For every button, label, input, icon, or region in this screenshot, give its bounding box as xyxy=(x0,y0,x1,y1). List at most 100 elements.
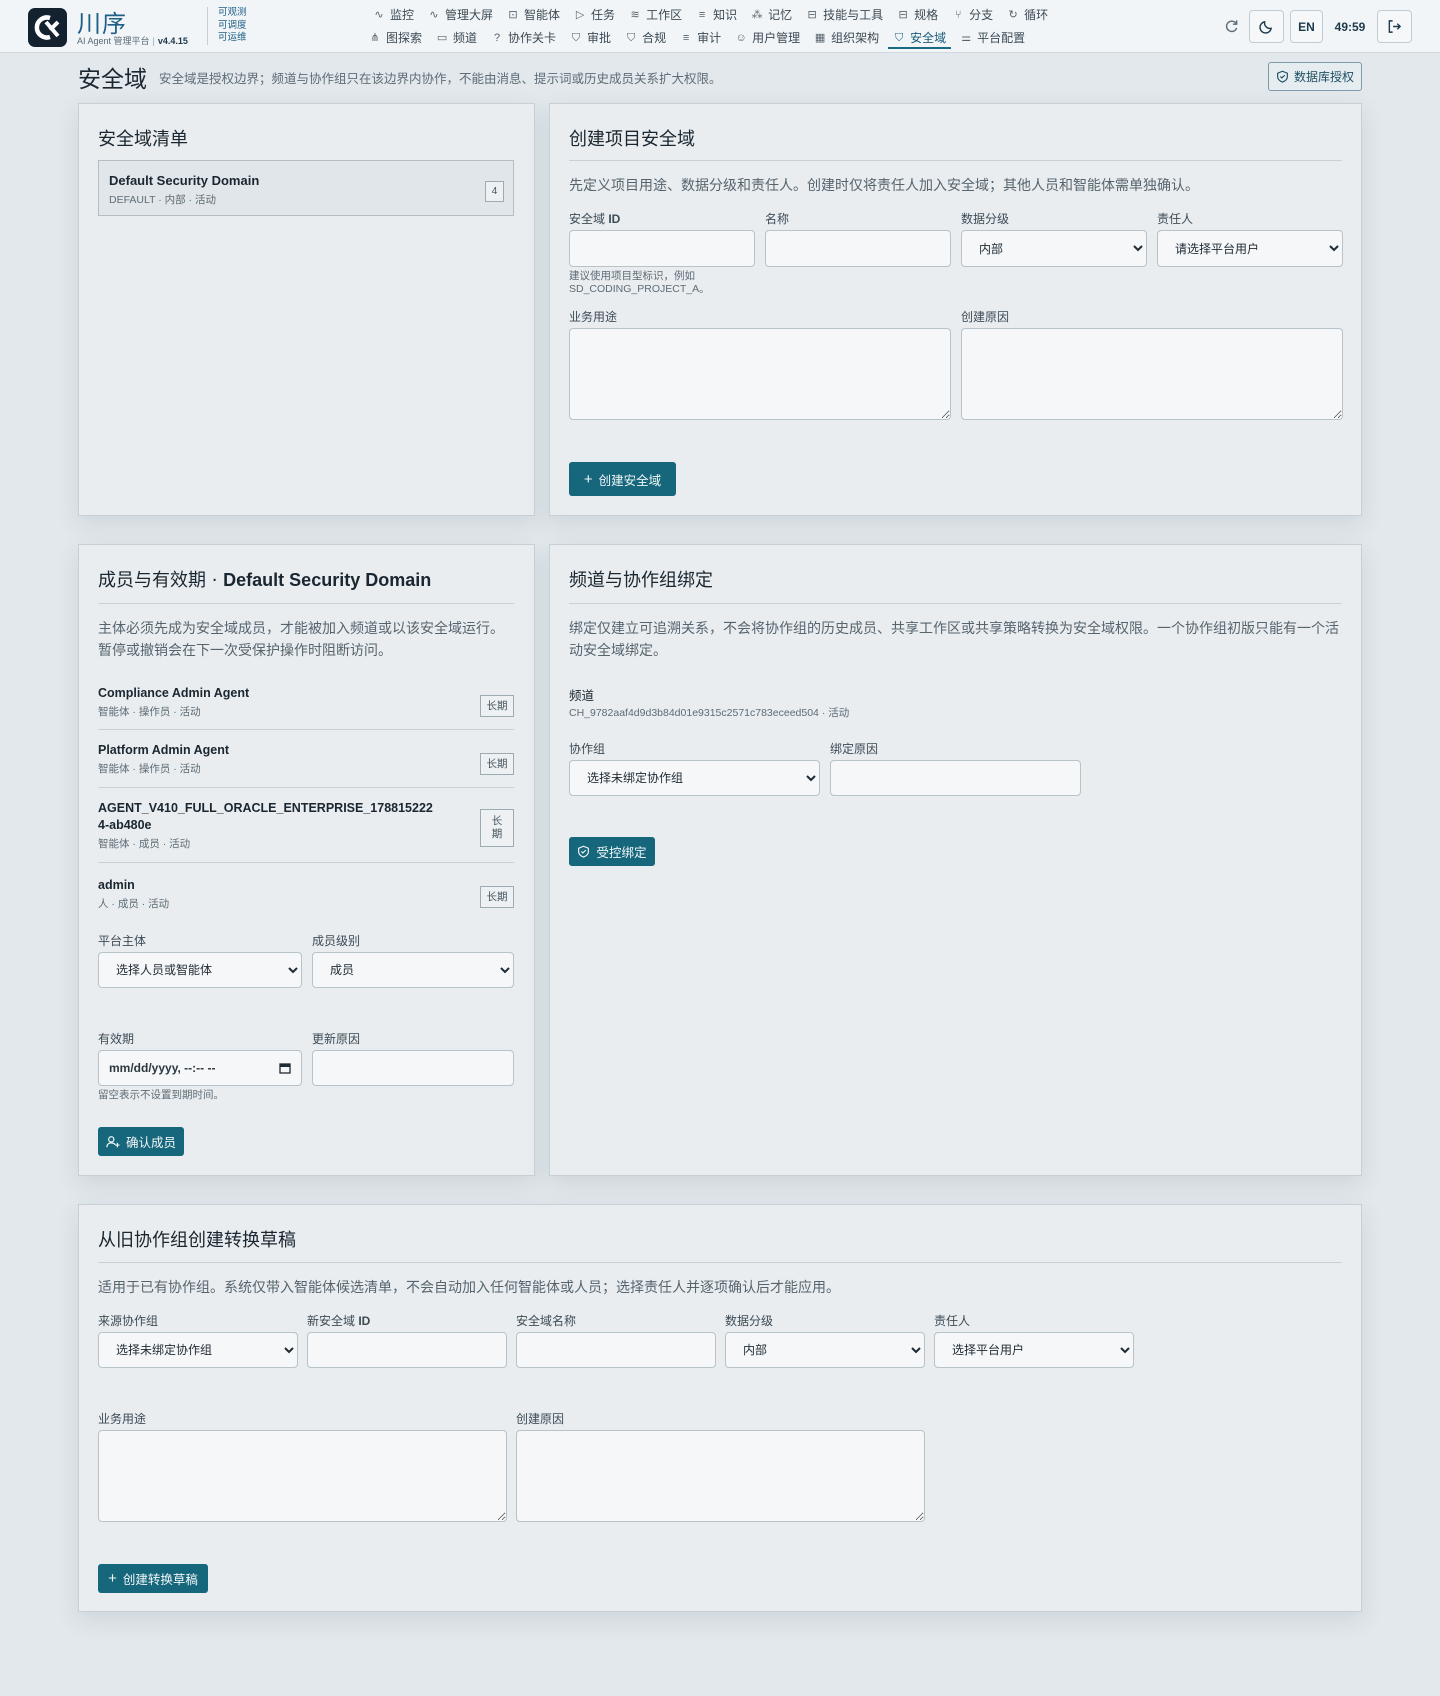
nav-item[interactable]: ⊟ 规格 xyxy=(892,5,943,24)
update-reason-input[interactable] xyxy=(312,1050,514,1086)
owner-select[interactable]: 请选择平台用户 xyxy=(1157,230,1343,267)
nav-item-label: 合规 xyxy=(642,31,667,45)
binding-description: 绑定仅建立可追溯关系，不会将协作组的历史成员、共享工作区或共享策略转换为安全域权… xyxy=(569,620,1339,658)
nav-item[interactable]: ⊟ 技能与工具 xyxy=(801,5,888,24)
create-domain-title: 创建项目安全域 xyxy=(569,129,695,150)
new-domain-id-label-bold: ID xyxy=(358,1314,371,1328)
nav-item[interactable]: ☺ 用户管理 xyxy=(730,28,805,47)
create-conversion-draft-label: 创建转换草稿 xyxy=(122,1573,198,1587)
nav-item[interactable]: ⑂ 分支 xyxy=(947,5,998,24)
language-button[interactable]: EN xyxy=(1290,10,1323,43)
principal-select[interactable]: 选择人员或智能体 xyxy=(98,952,302,988)
domain-id-hint: 建议使用项目型标识，例如 SD_CODING_PROJECT_A。 xyxy=(569,270,755,296)
brand-tag: 可观测 xyxy=(218,7,247,18)
member-row[interactable]: AGENT_V410_FULL_ORACLE_ENTERPRISE_178815… xyxy=(98,800,514,863)
conversion-name-input[interactable] xyxy=(516,1332,716,1368)
nav-item[interactable]: ∿ 管理大屏 xyxy=(423,5,498,24)
conversion-reason-textarea[interactable] xyxy=(516,1430,925,1522)
members-panel: 成员与有效期 · Default Security Domain 主体必须先成为… xyxy=(78,544,535,1176)
shield-check-icon: ⛉ xyxy=(571,31,581,44)
nav-item-label: 知识 xyxy=(713,8,738,22)
logo-mark-icon xyxy=(34,15,60,40)
conversion-reason-label: 创建原因 xyxy=(516,1412,565,1426)
create-conversion-draft-button[interactable]: + 创建转换草稿 xyxy=(98,1564,208,1593)
branch-icon: ⑂ xyxy=(954,8,962,21)
nav-item-label: 规格 xyxy=(914,8,939,22)
brand-tag: 可运维 xyxy=(218,32,247,43)
nav-item[interactable]: ⛉ 合规 xyxy=(620,28,671,47)
user-plus-icon xyxy=(106,1135,120,1147)
binding-panel: 频道与协作组绑定 绑定仅建立可追溯关系，不会将协作组的历史成员、共享工作区或共享… xyxy=(549,544,1362,1176)
nav-item[interactable]: ▭ 频道 xyxy=(431,28,482,47)
members-description: 主体必须先成为安全域成员，才能被加入频道或以该安全域运行。暂停或撤销会在下一次受… xyxy=(98,620,504,658)
confirm-member-button[interactable]: 确认成员 xyxy=(98,1127,184,1156)
principal-label: 平台主体 xyxy=(98,934,147,948)
conversion-classification-select[interactable]: 内部 xyxy=(725,1332,925,1368)
conversion-owner-select[interactable]: 选择平台用户 xyxy=(934,1332,1134,1368)
create-domain-panel: 创建项目安全域 先定义项目用途、数据分级和责任人。创建时仅将责任人加入安全域；其… xyxy=(549,103,1362,516)
nav-item[interactable]: ? 协作关卡 xyxy=(486,28,561,47)
new-domain-id-input[interactable] xyxy=(307,1332,507,1368)
domain-id-label-bold: ID xyxy=(608,212,621,226)
conversion-purpose-textarea[interactable] xyxy=(98,1430,507,1522)
theme-toggle-button[interactable] xyxy=(1249,10,1284,43)
nav-item[interactable]: ⁂ 记忆 xyxy=(746,5,797,24)
nav-item[interactable]: ▦ 组织架构 xyxy=(809,28,884,47)
members-title: 成员与有效期 · Default Security Domain xyxy=(98,566,431,592)
calendar-icon[interactable] xyxy=(279,1062,291,1074)
member-meta: 智能体 · 操作员 · 活动 xyxy=(98,706,201,718)
group-select[interactable]: 选择未绑定协作组 xyxy=(569,760,820,796)
create-domain-button[interactable]: + 创建安全域 xyxy=(569,462,676,496)
classification-select[interactable]: 内部 xyxy=(961,230,1147,267)
member-row[interactable]: Compliance Admin Agent 智能体 · 操作员 · 活动 长期 xyxy=(98,685,514,730)
nav-item-label: 频道 xyxy=(453,31,478,45)
database-icon: ≡ xyxy=(682,31,690,44)
nav-item-label: 分支 xyxy=(969,8,994,22)
domain-list-item[interactable]: Default Security Domain DEFAULT · 内部 · 活… xyxy=(98,160,514,216)
nav-item[interactable]: ⛉ 审批 xyxy=(565,28,616,47)
brand-product: AI Agent 管理平台 xyxy=(77,36,150,46)
controlled-bind-button[interactable]: 受控绑定 xyxy=(569,837,655,866)
nav-item[interactable]: ⚌ 平台配置 xyxy=(955,28,1030,47)
member-term-badge: 长期 xyxy=(480,695,514,717)
app-logo[interactable] xyxy=(28,8,67,47)
moon-icon xyxy=(1259,20,1273,34)
nav-item[interactable]: ≋ 工作区 xyxy=(624,5,687,24)
domain-name: Default Security Domain xyxy=(109,173,260,188)
nav-item-label: 智能体 xyxy=(524,8,561,22)
domain-id-input[interactable] xyxy=(569,230,755,267)
domain-name-input[interactable] xyxy=(765,230,951,267)
logout-button[interactable] xyxy=(1377,10,1412,43)
bot-icon: ⊡ xyxy=(508,8,518,21)
nav-item[interactable]: ⋔ 图探索 xyxy=(364,28,427,47)
member-row[interactable]: Platform Admin Agent 智能体 · 操作员 · 活动 长期 xyxy=(98,742,514,788)
brand-divider xyxy=(207,7,208,45)
nav-item[interactable]: ▷ 任务 xyxy=(569,5,620,24)
nav-item[interactable]: ≡ 知识 xyxy=(691,5,742,24)
binding-reason-input[interactable] xyxy=(830,760,1081,796)
nav-item[interactable]: ∿ 监控 xyxy=(368,5,419,24)
domain-member-count-badge: 4 xyxy=(485,181,504,202)
nav-item[interactable]: ↻ 循环 xyxy=(1002,5,1053,24)
database-authorization-button[interactable]: 数据库授权 xyxy=(1268,62,1362,91)
nav-item[interactable]: ≡ 审计 xyxy=(675,28,726,47)
page-title: 安全域 xyxy=(78,67,147,93)
member-level-select[interactable]: 成员 xyxy=(312,952,514,988)
member-row[interactable]: admin 人 · 成员 · 活动 长期 xyxy=(98,877,514,915)
users-icon: ☺ xyxy=(735,31,747,44)
nav-item[interactable]: ⊡ 智能体 xyxy=(502,5,565,24)
source-group-select[interactable]: 选择未绑定协作组 xyxy=(98,1332,298,1368)
create-domain-button-label: 创建安全域 xyxy=(598,473,662,488)
purpose-textarea[interactable] xyxy=(569,328,951,420)
expiry-datetime-input[interactable]: mm/dd/yyyy, --:-- -- xyxy=(98,1050,302,1086)
nav-item[interactable]: ⛉ 安全域 xyxy=(888,28,952,49)
shield-check-icon: ⛉ xyxy=(626,31,636,44)
member-term-badge: 长期 xyxy=(480,753,514,775)
create-domain-description: 先定义项目用途、数据分级和责任人。创建时仅将责任人加入安全域；其他人员和智能体需… xyxy=(569,177,1199,193)
nav-item-label: 审批 xyxy=(587,31,612,45)
top-bar: 川序 AI Agent 管理平台 | v4.4.15 可观测 可调度 可运维 ∿ 监控… xyxy=(0,0,1440,53)
member-name: Platform Admin Agent xyxy=(98,743,230,757)
layers-icon: ≋ xyxy=(630,8,640,21)
refresh-button[interactable] xyxy=(1216,10,1246,43)
reason-textarea[interactable] xyxy=(961,328,1343,420)
